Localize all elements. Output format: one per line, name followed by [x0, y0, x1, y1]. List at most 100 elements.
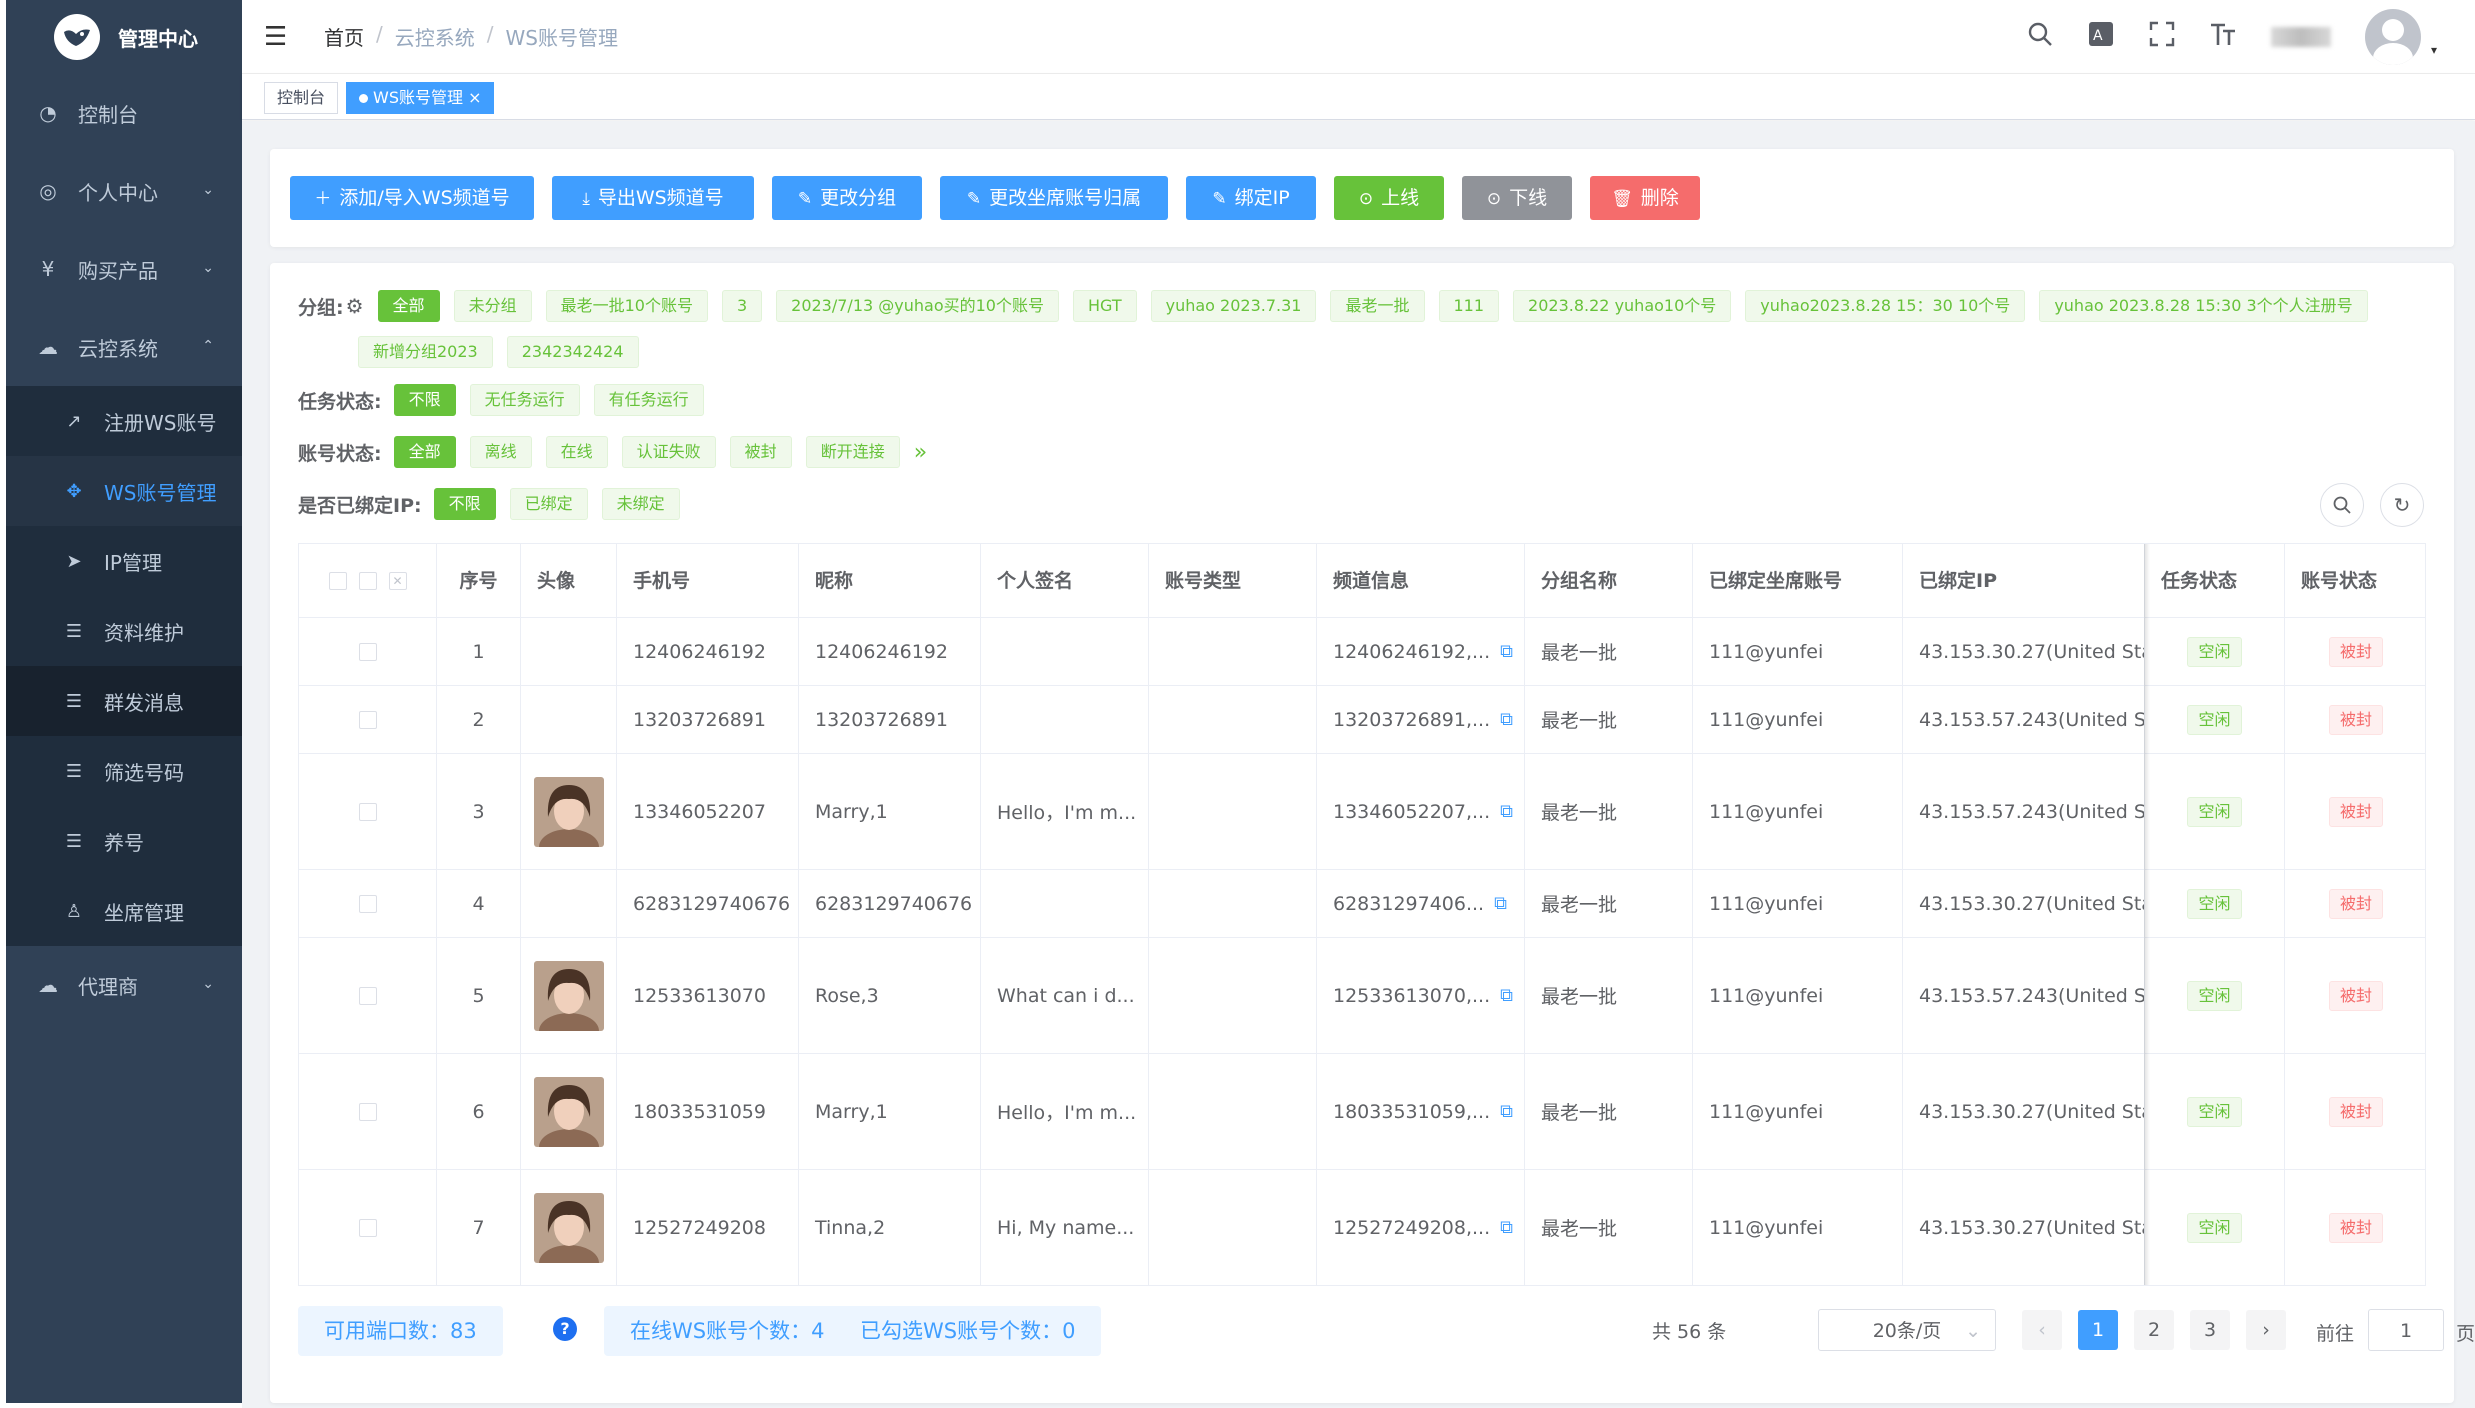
task-chip[interactable]: 无任务运行	[469, 384, 580, 416]
sidebar-item-profile-maintain[interactable]: ☰ 资料维护	[6, 596, 242, 666]
copy-icon[interactable]: ⧉	[1500, 1217, 1513, 1238]
account-chip[interactable]: 被封	[729, 436, 792, 468]
copy-icon[interactable]: ⧉	[1500, 985, 1513, 1006]
translate-icon[interactable]: A	[2087, 20, 2115, 55]
page-1-button[interactable]: 1	[2078, 1310, 2118, 1350]
page-2-button[interactable]: 2	[2134, 1310, 2174, 1350]
sidebar-item-mass-message[interactable]: ☰ 群发消息	[6, 666, 242, 736]
delete-button[interactable]: 🗑 删除	[1590, 176, 1700, 220]
group-chip[interactable]: yuhao 2023.7.31	[1150, 290, 1317, 322]
add-import-button[interactable]: ＋添加/导入WS频道号	[290, 176, 534, 220]
group-chip[interactable]: 111	[1438, 290, 1500, 322]
clear-selection-checkbox[interactable]: ✕	[388, 572, 407, 590]
tag-dashboard[interactable]: 控制台	[264, 82, 339, 114]
font-size-icon[interactable]	[2209, 21, 2237, 54]
sidebar-item-buy[interactable]: ¥ 购买产品 ⌄	[6, 230, 242, 308]
sidebar-item-agent[interactable]: ☁ 代理商 ⌄	[6, 946, 242, 1024]
help-icon[interactable]: ?	[553, 1317, 577, 1341]
select-all-checkbox[interactable]	[328, 572, 347, 590]
double-chevron-right-icon[interactable]: »	[914, 440, 927, 465]
task-chip[interactable]: 不限	[393, 384, 456, 416]
row-checkbox[interactable]	[358, 642, 377, 661]
page-size-select[interactable]: 20条/页 ⌄	[1818, 1309, 1996, 1351]
copy-icon[interactable]: ⧉	[1500, 709, 1513, 730]
hamburger-icon[interactable]: ☰	[264, 22, 287, 52]
offline-button[interactable]: ⊙ 下线	[1462, 176, 1572, 220]
ip-chip[interactable]: 不限	[433, 488, 496, 520]
account-chip[interactable]: 认证失败	[621, 436, 716, 468]
user-avatar-icon[interactable]	[2364, 9, 2421, 65]
sidebar-item-ip-manage[interactable]: ➤ IP管理	[6, 526, 242, 596]
table-row[interactable]: 6 18033531059 Marry,1 Hello，I'm m... 1803353…	[299, 1054, 2425, 1170]
table-row[interactable]: 2 13203726891 13203726891 13203726891,... ⧉ 最…	[299, 686, 2425, 754]
table-row[interactable]: 5 12533613070 Rose,3 What can i d... 1253361…	[299, 938, 2425, 1054]
group-chip[interactable]: 全部	[377, 290, 440, 322]
caret-down-icon[interactable]: ▾	[2431, 43, 2437, 57]
account-chip[interactable]: 断开连接	[805, 436, 900, 468]
toolbar-card: ＋添加/导入WS频道号 ⤓ 导出WS频道号 ✎ 更改分组 ✎ 更改坐席账号归属 ✎ 绑定…	[270, 149, 2454, 247]
table-refresh-button[interactable]: ↻	[2380, 483, 2424, 527]
ip-chip[interactable]: 未绑定	[601, 488, 680, 520]
group-chip[interactable]: 2023/7/13 @yuhao买的10个账号	[776, 290, 1059, 322]
row-checkbox[interactable]	[358, 986, 377, 1005]
sidebar-item-dashboard[interactable]: ◔ 控制台	[6, 74, 242, 152]
group-chip[interactable]: 最老一批10个账号	[545, 290, 708, 322]
cell-phone: 6283129740676	[617, 870, 799, 937]
fullscreen-icon[interactable]	[2149, 21, 2175, 54]
row-checkbox[interactable]	[358, 894, 377, 913]
sidebar-item-register-ws[interactable]: ↗ 注册WS账号	[6, 386, 242, 456]
search-icon[interactable]	[2027, 21, 2053, 54]
cell-task-status: 空闲	[2145, 618, 2285, 685]
copy-icon[interactable]: ⧉	[1500, 1101, 1513, 1122]
sidebar-item-ws-manage[interactable]: ✥ WS账号管理	[6, 456, 242, 526]
table-row[interactable]: 4 6283129740676 6283129740676 62831297406..…	[299, 870, 2425, 938]
online-button[interactable]: ⊙ 上线	[1334, 176, 1444, 220]
row-checkbox[interactable]	[358, 1102, 377, 1121]
table-row[interactable]: 3 13346052207 Marry,1 Hello，I'm m... 1334605…	[299, 754, 2425, 870]
table-search-button[interactable]	[2320, 483, 2364, 527]
prev-page-button[interactable]: ‹	[2022, 1310, 2062, 1350]
gear-icon[interactable]: ⚙	[346, 294, 364, 318]
table-row[interactable]: 7 12527249208 Tinna,2 Hi, My name... 1252724…	[299, 1170, 2425, 1285]
cell-group: 最老一批	[1525, 754, 1693, 869]
group-chip[interactable]: 最老一批	[1330, 290, 1425, 322]
group-chip[interactable]: 新增分组2023	[358, 336, 493, 368]
close-icon[interactable]: ×	[468, 88, 481, 107]
account-chip[interactable]: 全部	[393, 436, 456, 468]
copy-icon[interactable]: ⧉	[1494, 893, 1507, 914]
page-3-button[interactable]: 3	[2190, 1310, 2230, 1350]
goto-page-input[interactable]: 1	[2368, 1309, 2444, 1351]
sidebar-item-cloud[interactable]: ☁ 云控系统 ⌃	[6, 308, 242, 386]
row-checkbox[interactable]	[358, 1218, 377, 1237]
export-button[interactable]: ⤓ 导出WS频道号	[552, 176, 754, 220]
tag-ws-manage[interactable]: WS账号管理 ×	[346, 82, 495, 114]
sidebar-item-profile[interactable]: ◎ 个人中心 ⌄	[6, 152, 242, 230]
change-seat-button[interactable]: ✎ 更改坐席账号归属	[940, 176, 1168, 220]
sidebar-item-filter-numbers[interactable]: ☰ 筛选号码	[6, 736, 242, 806]
ip-chip[interactable]: 已绑定	[509, 488, 588, 520]
cell-channel: 13203726891,... ⧉	[1317, 686, 1525, 753]
copy-icon[interactable]: ⧉	[1500, 641, 1513, 662]
group-chip[interactable]: 未分组	[453, 290, 532, 322]
table-row[interactable]: 1 12406246192 12406246192 12406246192,... ⧉ 最…	[299, 618, 2425, 686]
bind-ip-button[interactable]: ✎ 绑定IP	[1186, 176, 1316, 220]
row-checkbox[interactable]	[358, 710, 377, 729]
select-page-checkbox[interactable]	[358, 572, 377, 590]
group-chip[interactable]: 3	[721, 290, 763, 322]
group-chip[interactable]: 2023.8.22 yuhao10个号	[1513, 290, 1732, 322]
group-chip[interactable]: yuhao2023.8.28 15：30 10个号	[1745, 290, 2026, 322]
copy-icon[interactable]: ⧉	[1500, 801, 1513, 822]
account-chip[interactable]: 在线	[545, 436, 608, 468]
cell-account-status: 被封	[2285, 754, 2425, 869]
breadcrumb-home[interactable]: 首页	[324, 22, 364, 51]
group-chip[interactable]: yuhao 2023.8.28 15:30 3个个人注册号	[2039, 290, 2368, 322]
task-chip[interactable]: 有任务运行	[593, 384, 704, 416]
row-checkbox[interactable]	[358, 802, 377, 821]
sidebar-item-seat-manage[interactable]: ♙ 坐席管理	[6, 876, 242, 946]
next-page-button[interactable]: ›	[2246, 1310, 2286, 1350]
change-group-button[interactable]: ✎ 更改分组	[772, 176, 922, 220]
account-chip[interactable]: 离线	[469, 436, 532, 468]
group-chip[interactable]: 2342342424	[506, 336, 639, 368]
group-chip[interactable]: HGT	[1072, 290, 1137, 322]
sidebar-item-nurture[interactable]: ☰ 养号	[6, 806, 242, 876]
